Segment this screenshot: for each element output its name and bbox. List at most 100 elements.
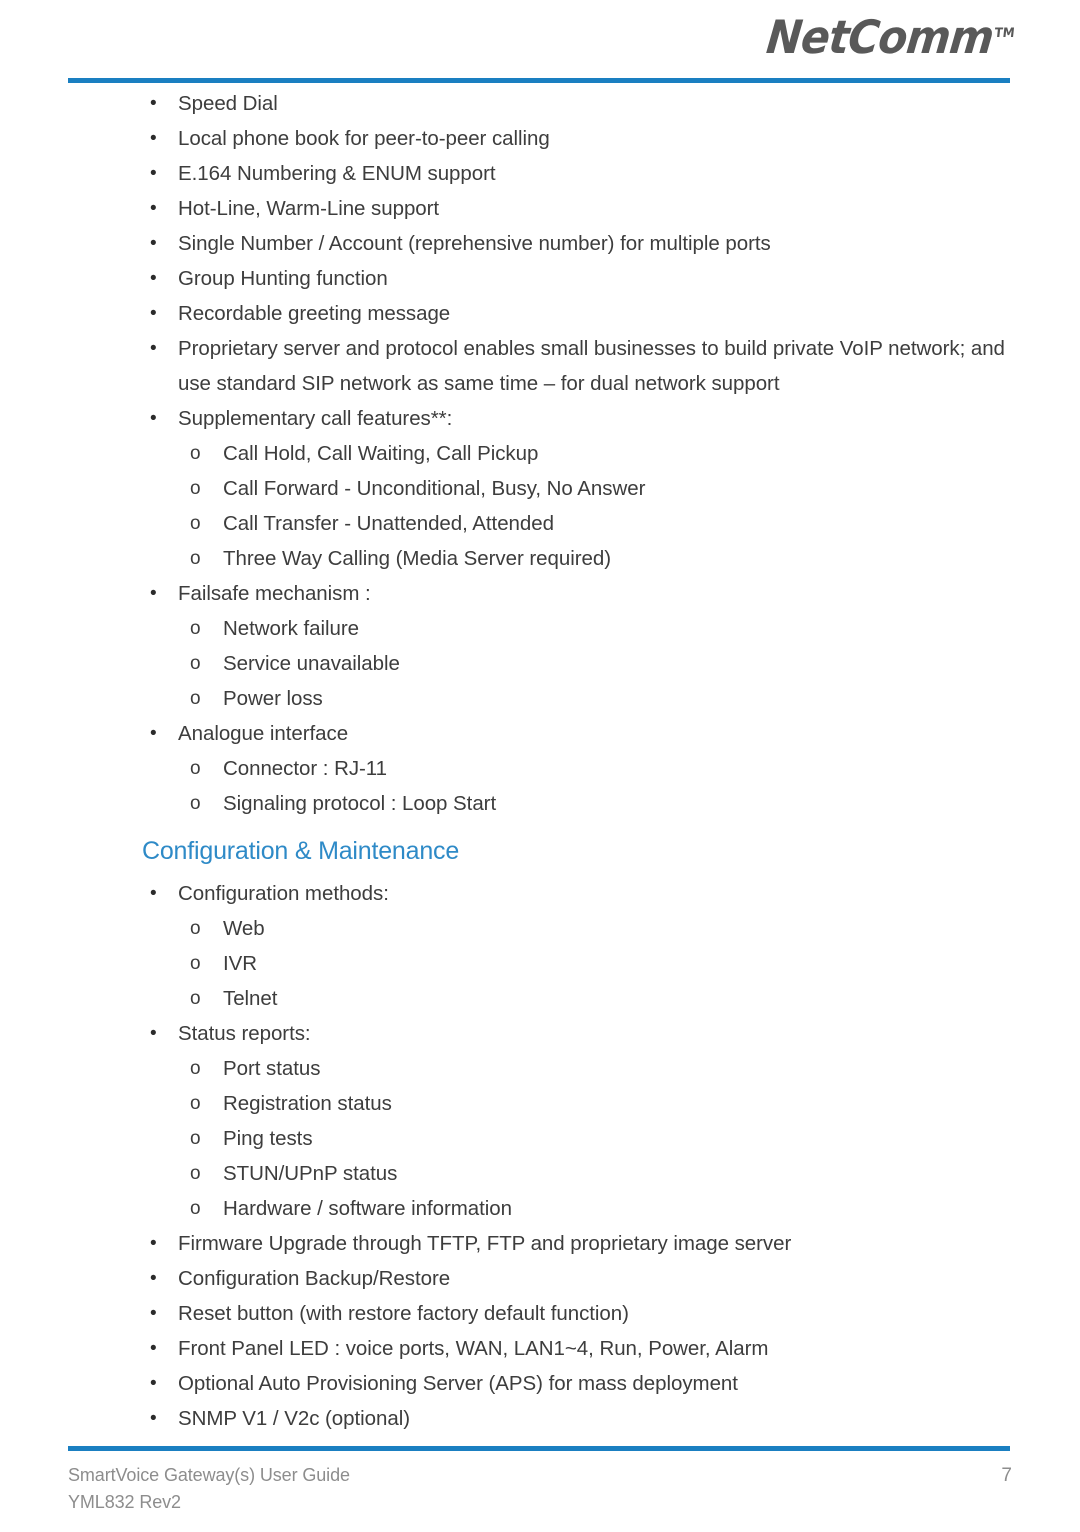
bullet-item: • Optional Auto Provisioning Server (APS)… [132,1366,1010,1401]
page-footer: SmartVoice Gateway(s) User Guide YML832 … [0,1440,1080,1532]
bullet-text: Telnet [223,987,278,1010]
sub-bullet-marker-icon: o [190,478,201,499]
bullet-text: Configuration Backup/Restore [178,1267,451,1290]
bullet-text: STUN/UPnP status [223,1162,398,1185]
trademark-symbol: TM [993,25,1016,41]
sub-bullet-marker-icon: o [190,618,201,639]
bullet-item: • Group Hunting function [132,261,1010,296]
bullet-text: Single Number / Account (reprehensive nu… [178,232,771,255]
bullet-text: Supplementary call features**: [178,407,453,430]
sub-bullet-item: o Power loss [190,681,1010,716]
page-header: NetCommTM [0,0,1080,86]
page-section-heading: Configuration & Maintenance [142,837,460,865]
sub-bullet-marker-icon: o [190,918,201,939]
footer-doc-title: SmartVoice Gateway(s) User Guide [68,1465,350,1485]
sub-bullet-marker-icon: o [190,688,201,709]
bullet-item: • Recordable greeting message [132,296,1010,331]
bullet-text: Recordable greeting message [178,302,451,325]
bullet-text: Call Transfer - Unattended, Attended [223,512,554,535]
sub-bullet-marker-icon: o [190,1058,201,1079]
bullet-marker-icon: • [150,408,157,429]
sub-bullet-item: o Service unavailable [190,646,1010,681]
page-number: 7 [1001,1465,1012,1486]
header-blue-rule [68,78,1010,83]
sub-bullet-marker-icon: o [190,1163,201,1184]
bullet-marker-icon: • [150,338,157,359]
sub-bullet-item: o Connector : RJ-11 [190,751,1010,786]
bullet-text: Service unavailable [223,652,400,675]
bullet-text: Signaling protocol : Loop Start [223,792,497,815]
bullet-text: Group Hunting function [178,267,388,290]
bullet-text: Power loss [223,687,323,710]
sub-bullet-marker-icon: o [190,653,201,674]
bullet-marker-icon: • [150,1023,157,1044]
bullet-item: • Hot-Line, Warm-Line support [132,191,1010,226]
netcomm-logo: NetCommTM [764,10,1017,64]
bullet-item: • Status reports: [132,1016,1010,1051]
bullet-text: Ping tests [223,1127,313,1150]
sub-bullet-item: o Ping tests [190,1121,1010,1156]
footer-doc-revision: YML832 Rev2 [68,1492,181,1512]
bullet-marker-icon: • [150,1373,157,1394]
bullet-marker-icon: • [150,93,157,114]
bullet-item: • Configuration methods: [132,876,1010,911]
bullet-marker-icon: • [150,1338,157,1359]
sub-bullet-item: o Web [190,911,1010,946]
bullet-item: • Reset button (with restore factory defa… [132,1296,1010,1331]
footer-document-info: SmartVoice Gateway(s) User Guide YML832 … [68,1462,350,1516]
sub-bullet-item: o Port status [190,1051,1010,1086]
bullet-text: Front Panel LED : voice ports, WAN, LAN1… [178,1337,769,1360]
bullet-item: • Analogue interface [132,716,1010,751]
sub-bullet-item: o Network failure [190,611,1010,646]
bullet-text: Configuration methods: [178,882,389,905]
bullet-text: Proprietary server and protocol enables … [178,337,1005,395]
bullet-item: • Front Panel LED : voice ports, WAN, LAN… [132,1331,1010,1366]
bullet-marker-icon: • [150,163,157,184]
sub-bullet-item: o Call Forward - Unconditional, Busy, No … [190,471,1010,506]
bullet-text: Port status [223,1057,321,1080]
sub-bullet-marker-icon: o [190,1128,201,1149]
feature-list-configuration-maintenance: • Configuration methods: o Web o IVR o Telnet • S… [0,876,1080,1436]
bullet-text: Connector : RJ-11 [223,757,387,780]
bullet-text: Hot-Line, Warm-Line support [178,197,440,220]
page-content: • Speed Dial • Local phone book for peer-to… [0,86,1080,1436]
bullet-marker-icon: • [150,1408,157,1429]
bullet-text: Analogue interface [178,722,349,745]
bullet-text: Network failure [223,617,359,640]
bullet-item: • Proprietary server and protocol enables… [132,331,1010,401]
bullet-marker-icon: • [150,268,157,289]
footer-blue-rule [68,1446,1010,1451]
bullet-item: • E.164 Numbering & ENUM support [132,156,1010,191]
sub-bullet-marker-icon: o [190,548,201,569]
bullet-text: Web [223,917,265,940]
bullet-marker-icon: • [150,883,157,904]
sub-bullet-item: o IVR [190,946,1010,981]
sub-bullet-marker-icon: o [190,793,201,814]
sub-bullet-item: o Call Transfer - Unattended, Attended [190,506,1010,541]
bullet-marker-icon: • [150,233,157,254]
sub-bullet-item: o Registration status [190,1086,1010,1121]
bullet-item: • Firmware Upgrade through TFTP, FTP and … [132,1226,1010,1261]
bullet-item: • SNMP V1 / V2c (optional) [132,1401,1010,1436]
bullet-text: Local phone book for peer-to-peer callin… [178,127,550,150]
bullet-item: • Single Number / Account (reprehensive n… [132,226,1010,261]
feature-list-voice-features: • Speed Dial • Local phone book for peer-to… [0,86,1080,821]
bullet-text: Reset button (with restore factory defau… [178,1302,629,1325]
bullet-marker-icon: • [150,128,157,149]
sub-bullet-item: o Signaling protocol : Loop Start [190,786,1010,821]
bullet-marker-icon: • [150,1233,157,1254]
sub-bullet-marker-icon: o [190,953,201,974]
bullet-text: SNMP V1 / V2c (optional) [178,1407,410,1430]
bullet-text: Registration status [223,1092,392,1115]
sub-bullet-item: o Three Way Calling (Media Server require… [190,541,1010,576]
bullet-marker-icon: • [150,583,157,604]
bullet-text: Speed Dial [178,92,278,115]
sub-bullet-marker-icon: o [190,1198,201,1219]
sub-bullet-marker-icon: o [190,758,201,779]
sub-bullet-item: o Hardware / software information [190,1191,1010,1226]
bullet-text: Failsafe mechanism : [178,582,371,605]
bullet-item: • Local phone book for peer-to-peer calli… [132,121,1010,156]
bullet-item: • Supplementary call features**: [132,401,1010,436]
bullet-text: E.164 Numbering & ENUM support [178,162,496,185]
bullet-marker-icon: • [150,723,157,744]
